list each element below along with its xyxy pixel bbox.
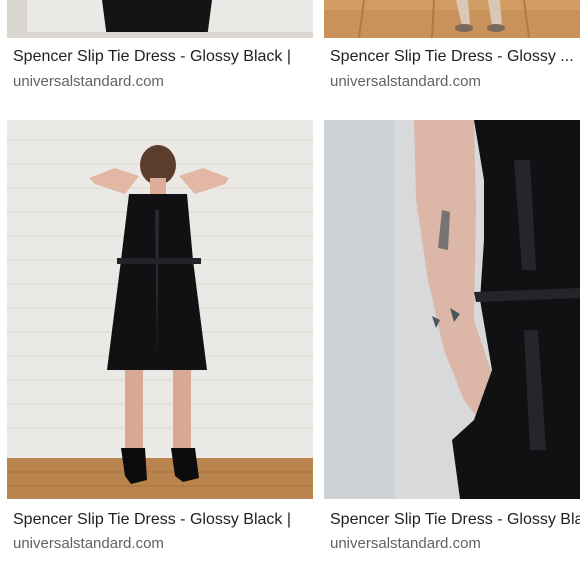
- result-source-4: universalstandard.com: [330, 535, 481, 552]
- result-source-2: universalstandard.com: [330, 73, 481, 90]
- result-source-3: universalstandard.com: [13, 535, 164, 552]
- result-title-1[interactable]: Spencer Slip Tie Dress - Glossy Black |: [13, 48, 313, 66]
- result-image-4[interactable]: [324, 120, 580, 499]
- result-title-3[interactable]: Spencer Slip Tie Dress - Glossy Black |: [13, 511, 313, 529]
- result-source-1: universalstandard.com: [13, 73, 164, 90]
- result-image-1[interactable]: [7, 0, 313, 38]
- result-image-2[interactable]: [324, 0, 580, 38]
- result-title-2[interactable]: Spencer Slip Tie Dress - Glossy ...: [330, 48, 580, 66]
- result-title-4[interactable]: Spencer Slip Tie Dress - Glossy Black |: [330, 511, 580, 529]
- result-image-3[interactable]: [7, 120, 313, 499]
